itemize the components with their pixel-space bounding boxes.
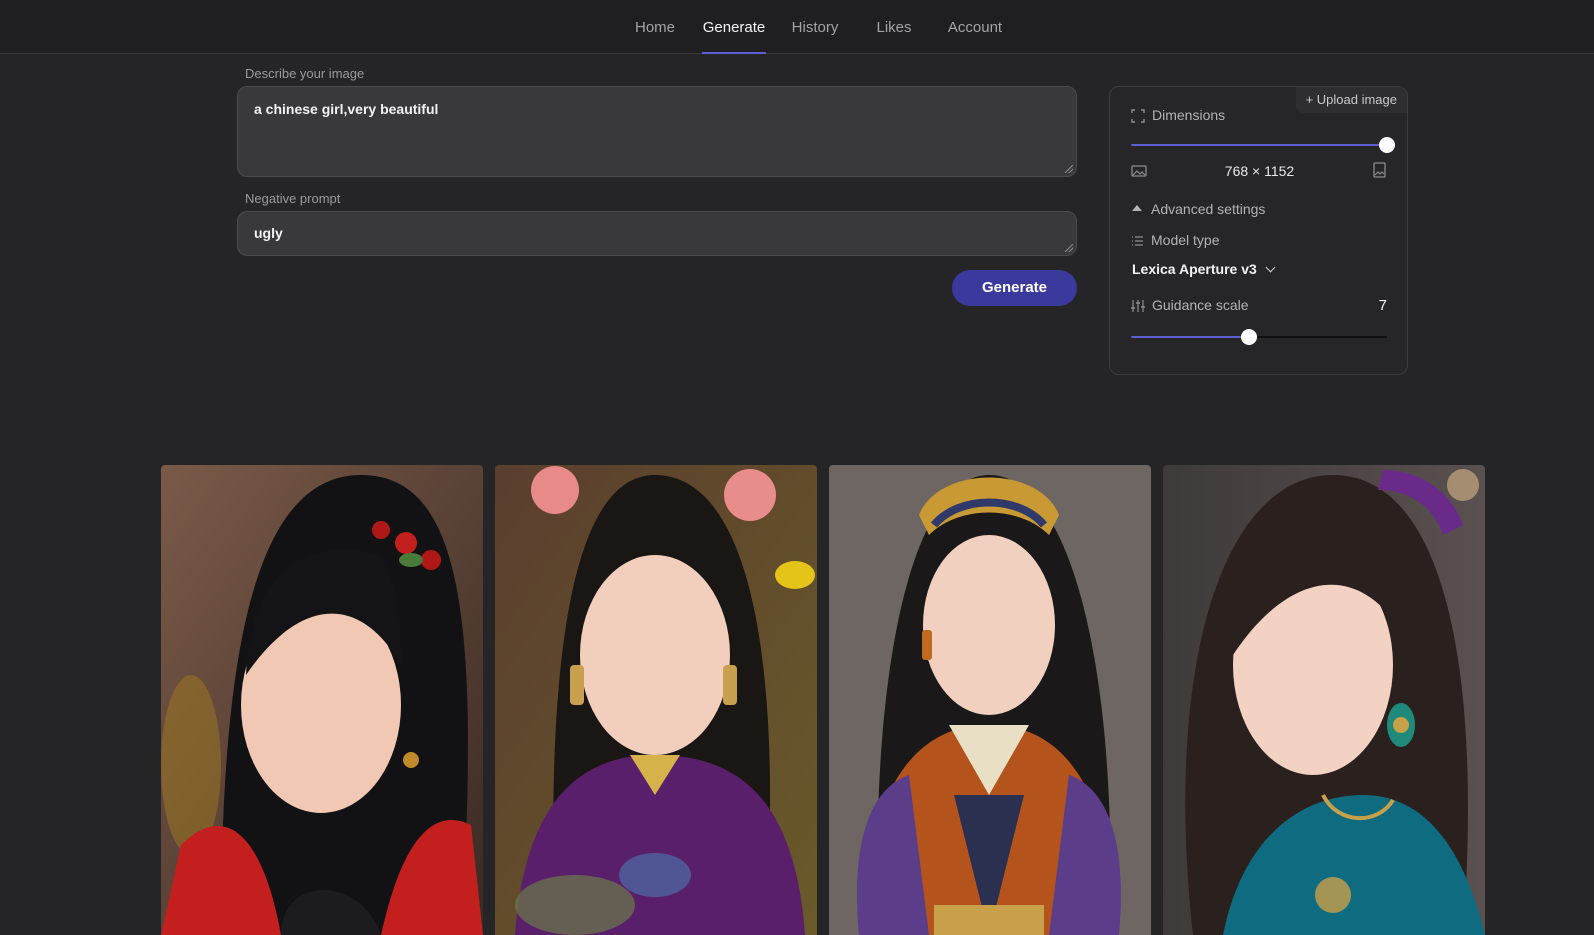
- sliders-icon: [1131, 300, 1145, 312]
- dimensions-label: Dimensions: [1152, 107, 1226, 123]
- negative-prompt-textarea[interactable]: ugly: [237, 211, 1077, 256]
- nav-likes[interactable]: Likes: [872, 0, 916, 53]
- gallery-image-1[interactable]: [161, 465, 483, 935]
- dimensions-slider-thumb[interactable]: [1379, 137, 1395, 153]
- chevron-down-icon: [1265, 262, 1276, 273]
- resize-handle[interactable]: [1065, 165, 1073, 173]
- guidance-scale-value: 7: [1378, 297, 1387, 314]
- dimensions-slider-fill: [1131, 144, 1387, 146]
- model-type-value: Lexica Aperture v3: [1132, 261, 1257, 277]
- prompt-label: Describe your image: [245, 66, 365, 81]
- prompt-textarea[interactable]: a chinese girl,very beautiful: [237, 86, 1077, 177]
- generate-button[interactable]: Generate: [952, 270, 1077, 306]
- expand-icon: [1131, 109, 1145, 123]
- gallery-image-3[interactable]: [829, 465, 1151, 935]
- list-icon: [1132, 236, 1143, 246]
- portrait-girl-teal-qipao: [1163, 465, 1485, 935]
- dimensions-value: 768 × 1152: [1224, 163, 1295, 179]
- advanced-settings-toggle[interactable]: Advanced settings: [1151, 201, 1265, 217]
- guidance-scale-label: Guidance scale: [1152, 297, 1249, 313]
- negative-prompt-text: ugly: [254, 225, 283, 241]
- nav-history[interactable]: History: [786, 0, 844, 53]
- nav-account[interactable]: Account: [944, 0, 1006, 53]
- caret-up-icon[interactable]: [1131, 203, 1143, 213]
- portrait-girl-red-flowers: [161, 465, 483, 935]
- prompt-text: a chinese girl,very beautiful: [254, 101, 439, 117]
- guidance-scale-slider[interactable]: [1131, 329, 1387, 345]
- upload-image-button[interactable]: + Upload image: [1295, 87, 1407, 113]
- portrait-girl-golden-crown: [829, 465, 1151, 935]
- gallery-image-2[interactable]: [495, 465, 817, 935]
- resize-handle[interactable]: [1065, 244, 1073, 252]
- nav-generate[interactable]: Generate: [702, 0, 766, 54]
- portrait-girl-purple-qipao: [495, 465, 817, 935]
- top-nav: Home Generate History Likes Account: [0, 0, 1594, 54]
- gallery-image-4[interactable]: [1163, 465, 1485, 935]
- settings-panel: + Upload image Dimensions 768 × 1152 Adv…: [1109, 86, 1408, 375]
- guidance-slider-fill: [1131, 336, 1249, 338]
- dimensions-slider[interactable]: [1131, 137, 1395, 153]
- portrait-image-icon[interactable]: [1373, 162, 1386, 178]
- model-type-label: Model type: [1151, 232, 1220, 248]
- nav-home[interactable]: Home: [628, 0, 682, 53]
- model-type-select[interactable]: Lexica Aperture v3: [1132, 261, 1276, 277]
- negative-prompt-label: Negative prompt: [245, 191, 341, 206]
- guidance-slider-thumb[interactable]: [1240, 329, 1257, 345]
